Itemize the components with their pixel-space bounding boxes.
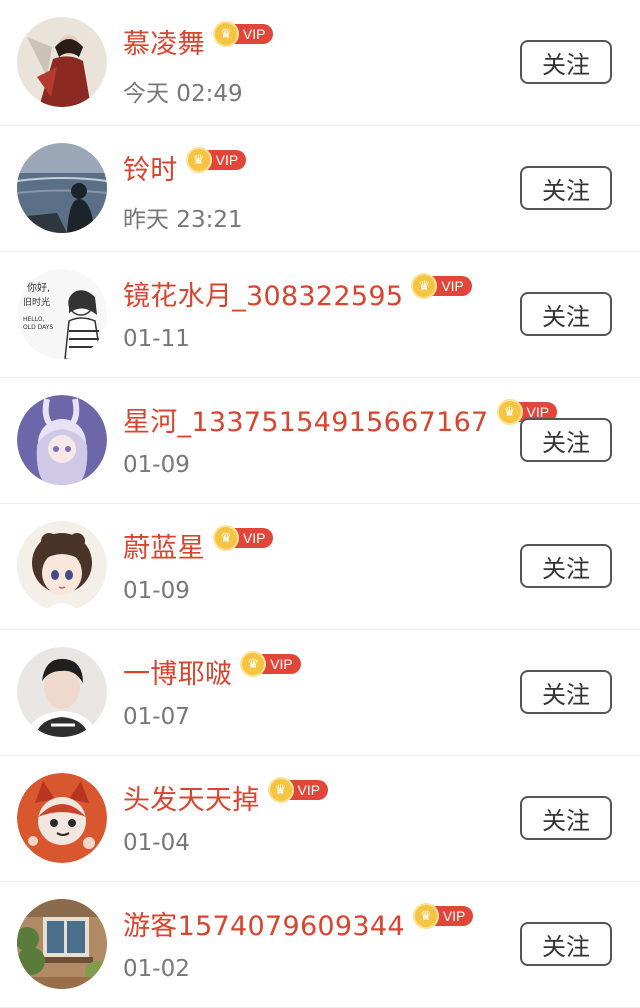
user-name[interactable]: 慕凌舞 xyxy=(123,22,205,61)
user-name[interactable]: 游客1574079609344 xyxy=(123,904,405,943)
crown-icon: ♛ xyxy=(412,903,439,929)
follow-button[interactable]: 关注 xyxy=(520,796,612,840)
avatar[interactable] xyxy=(17,143,107,233)
follow-time: 01-09 xyxy=(123,452,190,478)
user-name[interactable]: 铃时 xyxy=(123,148,178,187)
list-item[interactable]: 星河_13375154915667167 ♛ VIP 01-09 关注 xyxy=(0,378,640,504)
list-item[interactable]: 慕凌舞 ♛ VIP 今天 02:49 关注 xyxy=(0,0,640,126)
crown-icon: ♛ xyxy=(212,525,239,551)
follow-button[interactable]: 关注 xyxy=(520,670,612,714)
vip-badge: ♛ VIP xyxy=(412,903,474,929)
svg-text:你好,: 你好, xyxy=(27,281,50,294)
follow-time: 01-02 xyxy=(123,956,190,982)
list-item[interactable]: 你好, 旧时光 HELLO, OLD DAYS 镜花水月_308322595 ♛… xyxy=(0,252,640,378)
vip-badge: ♛ VIP xyxy=(267,777,329,803)
avatar[interactable] xyxy=(17,899,107,989)
vip-badge: ♛ VIP xyxy=(240,651,301,677)
user-name[interactable]: 镜花水月_308322595 xyxy=(123,274,403,313)
vip-badge: ♛ VIP xyxy=(212,21,274,47)
follow-time: 01-09 xyxy=(123,578,190,604)
crown-icon: ♛ xyxy=(267,777,294,803)
follow-time: 昨天 23:21 xyxy=(123,207,243,233)
user-info: 慕凌舞 ♛ VIP 今天 02:49 xyxy=(123,21,540,108)
follower-list: 慕凌舞 ♛ VIP 今天 02:49 关注 铃时 ♛ VIP 昨天 23:21 … xyxy=(0,0,640,1008)
vip-badge: ♛ VIP xyxy=(212,525,274,551)
follow-time: 01-04 xyxy=(123,830,190,856)
crown-icon: ♛ xyxy=(185,147,212,173)
user-info: 蔚蓝星 ♛ VIP 01-09 xyxy=(123,525,540,604)
avatar[interactable] xyxy=(17,17,107,107)
list-item[interactable]: 铃时 ♛ VIP 昨天 23:21 关注 xyxy=(0,126,640,252)
avatar[interactable] xyxy=(17,773,107,863)
crown-icon: ♛ xyxy=(496,399,523,425)
follow-button[interactable]: 关注 xyxy=(520,40,612,84)
avatar[interactable] xyxy=(17,521,107,611)
crown-icon: ♛ xyxy=(212,21,239,47)
user-name[interactable]: 头发天天掉 xyxy=(123,778,260,817)
list-item[interactable]: 头发天天掉 ♛ VIP 01-04 关注 xyxy=(0,756,640,882)
user-name[interactable]: 蔚蓝星 xyxy=(123,526,205,565)
follow-time: 01-07 xyxy=(123,704,190,730)
svg-text:OLD DAYS: OLD DAYS xyxy=(23,324,53,331)
vip-badge: ♛ VIP xyxy=(185,147,247,173)
follow-button[interactable]: 关注 xyxy=(520,418,612,462)
list-item[interactable]: 蔚蓝星 ♛ VIP 01-09 关注 xyxy=(0,504,640,630)
svg-text:HELLO,: HELLO, xyxy=(23,316,44,323)
user-info: 一博耶啵 ♛ VIP 01-07 xyxy=(123,651,540,730)
svg-text:旧时光: 旧时光 xyxy=(23,296,50,308)
list-item[interactable]: 游客1574079609344 ♛ VIP 01-02 关注 xyxy=(0,882,640,1008)
follow-time: 今天 02:49 xyxy=(123,81,243,107)
avatar[interactable] xyxy=(17,647,107,737)
user-info: 镜花水月_308322595 ♛ VIP 01-11 xyxy=(123,273,540,352)
vip-badge: ♛ VIP xyxy=(411,273,472,299)
follow-time: 01-11 xyxy=(123,326,190,352)
follow-button[interactable]: 关注 xyxy=(520,292,612,336)
follow-button[interactable]: 关注 xyxy=(520,922,612,966)
follow-button[interactable]: 关注 xyxy=(520,544,612,588)
follow-button[interactable]: 关注 xyxy=(520,166,612,210)
user-info: 游客1574079609344 ♛ VIP 01-02 xyxy=(123,903,540,982)
list-item[interactable]: 一博耶啵 ♛ VIP 01-07 关注 xyxy=(0,630,640,756)
user-info: 头发天天掉 ♛ VIP 01-04 xyxy=(123,777,540,856)
avatar[interactable]: 你好, 旧时光 HELLO, OLD DAYS xyxy=(17,269,107,359)
user-info: 铃时 ♛ VIP 昨天 23:21 xyxy=(123,147,540,234)
user-name[interactable]: 一博耶啵 xyxy=(123,652,232,691)
user-name[interactable]: 星河_13375154915667167 xyxy=(123,400,489,439)
user-info: 星河_13375154915667167 ♛ VIP 01-09 xyxy=(123,399,558,478)
avatar[interactable] xyxy=(17,395,107,485)
